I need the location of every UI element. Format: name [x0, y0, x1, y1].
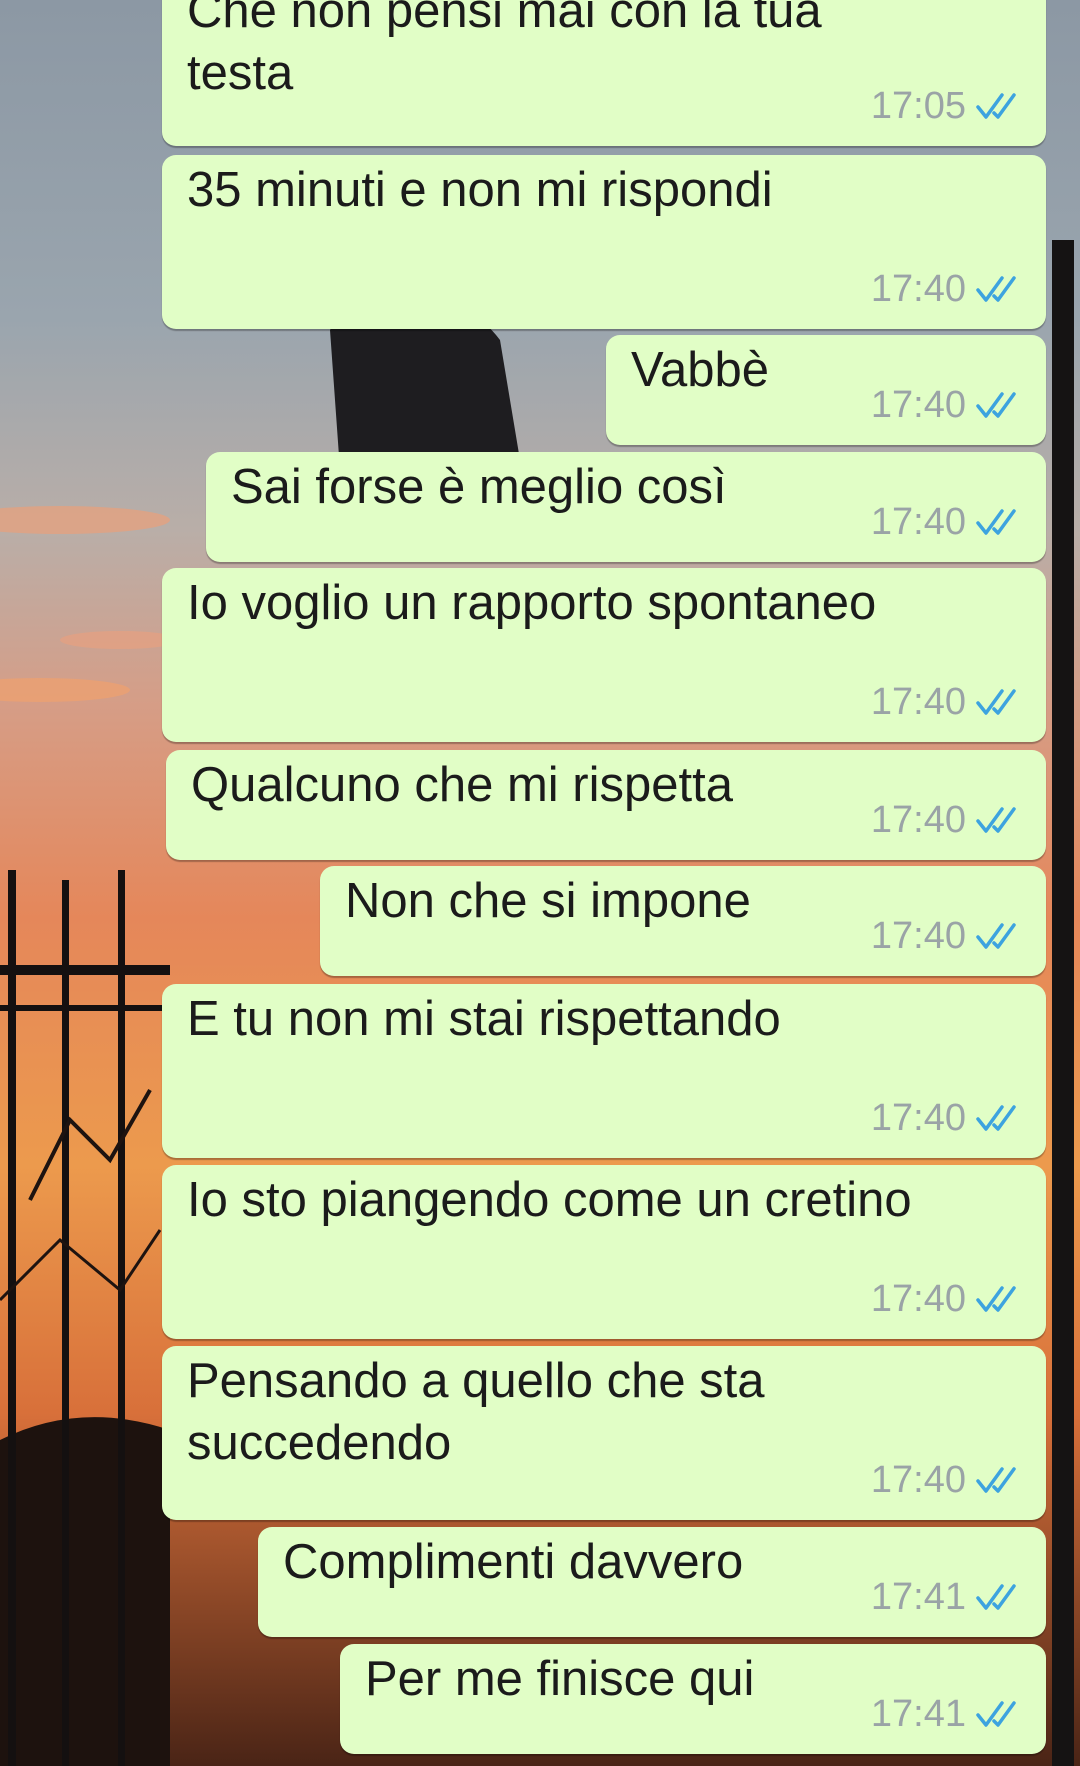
message-bubble[interactable]: Pensando a quello che sta succedendo 17:40: [162, 1346, 1046, 1520]
message-bubble[interactable]: Per me finisce qui 17:41: [340, 1644, 1046, 1754]
message-meta: 17:40: [871, 383, 1024, 427]
message-text: Per me finisce qui: [365, 1648, 754, 1710]
message-meta: 17:40: [871, 914, 1024, 958]
message-line: Per me finisce qui: [365, 1652, 755, 1706]
message-text: Complimenti davvero: [283, 1531, 743, 1593]
read-double-tick-icon: [976, 689, 1016, 715]
message-bubble[interactable]: Sai forse è meglio così 17:40: [206, 452, 1046, 562]
message-time: 17:41: [870, 1576, 966, 1618]
read-double-tick-icon: [976, 807, 1016, 833]
read-double-tick-icon: [976, 93, 1016, 119]
read-double-tick-icon: [976, 923, 1016, 949]
message-line: Qualcuno che mi rispetta: [191, 758, 733, 812]
message-list[interactable]: Che non pensi mai con la tua testa 17:05 35…: [0, 0, 1080, 1766]
message-meta: 17:40: [871, 1096, 1024, 1140]
message-time: 17:40: [870, 799, 966, 841]
message-time: 17:41: [870, 1693, 966, 1735]
message-line: Sai forse è meglio così: [231, 460, 727, 514]
message-line: Pensando a quello che sta: [187, 1354, 765, 1408]
message-time: 17:40: [870, 915, 966, 957]
read-double-tick-icon: [976, 1701, 1016, 1727]
message-bubble[interactable]: E tu non mi stai rispettando 17:40: [162, 984, 1046, 1158]
message-bubble[interactable]: Io sto piangendo come un cretino 17:40: [162, 1165, 1046, 1339]
message-bubble[interactable]: 35 minuti e non mi rispondi 17:40: [162, 155, 1046, 329]
message-meta: 17:40: [871, 500, 1024, 544]
message-text: E tu non mi stai rispettando: [187, 988, 781, 1050]
message-meta: 17:40: [871, 680, 1024, 724]
message-time: 17:05: [870, 85, 966, 127]
message-time: 17:40: [870, 268, 966, 310]
message-bubble[interactable]: Qualcuno che mi rispetta 17:40: [166, 750, 1046, 860]
message-time: 17:40: [870, 1459, 966, 1501]
message-meta: 17:40: [871, 1277, 1024, 1321]
message-line: Complimenti davvero: [283, 1535, 744, 1589]
read-double-tick-icon: [976, 276, 1016, 302]
message-time: 17:40: [870, 681, 966, 723]
message-line: 35 minuti e non mi rispondi: [187, 163, 773, 217]
message-meta: 17:40: [871, 267, 1024, 311]
read-double-tick-icon: [976, 1584, 1016, 1610]
message-bubble[interactable]: Non che si impone 17:40: [320, 866, 1046, 976]
message-line: Che non pensi mai con la tua: [187, 0, 822, 38]
message-text: Qualcuno che mi rispetta: [191, 754, 733, 816]
message-text: Io voglio un rapporto spontaneo: [187, 572, 876, 634]
message-line: testa: [187, 46, 294, 100]
read-double-tick-icon: [976, 392, 1016, 418]
read-double-tick-icon: [976, 1286, 1016, 1312]
message-bubble[interactable]: Io voglio un rapporto spontaneo 17:40: [162, 568, 1046, 742]
message-meta: 17:05: [871, 84, 1024, 128]
message-text: Io sto piangendo come un cretino: [187, 1169, 912, 1231]
message-time: 17:40: [870, 384, 966, 426]
message-text: Non che si impone: [345, 870, 751, 932]
message-text: 35 minuti e non mi rispondi: [187, 159, 773, 221]
message-meta: 17:40: [871, 1458, 1024, 1502]
message-text: Vabbè: [631, 339, 769, 401]
message-text: Sai forse è meglio così: [231, 456, 727, 518]
message-line: Non che si impone: [345, 874, 751, 928]
message-text: Pensando a quello che sta succedendo: [187, 1350, 765, 1474]
message-time: 17:40: [870, 1097, 966, 1139]
message-line: succedendo: [187, 1416, 452, 1470]
read-double-tick-icon: [976, 509, 1016, 535]
message-time: 17:40: [870, 501, 966, 543]
message-bubble[interactable]: Vabbè 17:40: [606, 335, 1046, 445]
message-line: E tu non mi stai rispettando: [187, 992, 781, 1046]
message-line: Vabbè: [631, 343, 770, 397]
read-double-tick-icon: [976, 1105, 1016, 1131]
message-text: Che non pensi mai con la tua testa: [187, 0, 822, 104]
message-meta: 17:40: [871, 798, 1024, 842]
message-meta: 17:41: [871, 1692, 1024, 1736]
message-time: 17:40: [870, 1278, 966, 1320]
read-double-tick-icon: [976, 1467, 1016, 1493]
message-line: Io sto piangendo come un cretino: [187, 1173, 912, 1227]
message-meta: 17:41: [871, 1575, 1024, 1619]
message-line: Io voglio un rapporto spontaneo: [187, 576, 877, 630]
message-bubble[interactable]: Che non pensi mai con la tua testa 17:05: [162, 0, 1046, 146]
message-bubble[interactable]: Complimenti davvero 17:41: [258, 1527, 1046, 1637]
